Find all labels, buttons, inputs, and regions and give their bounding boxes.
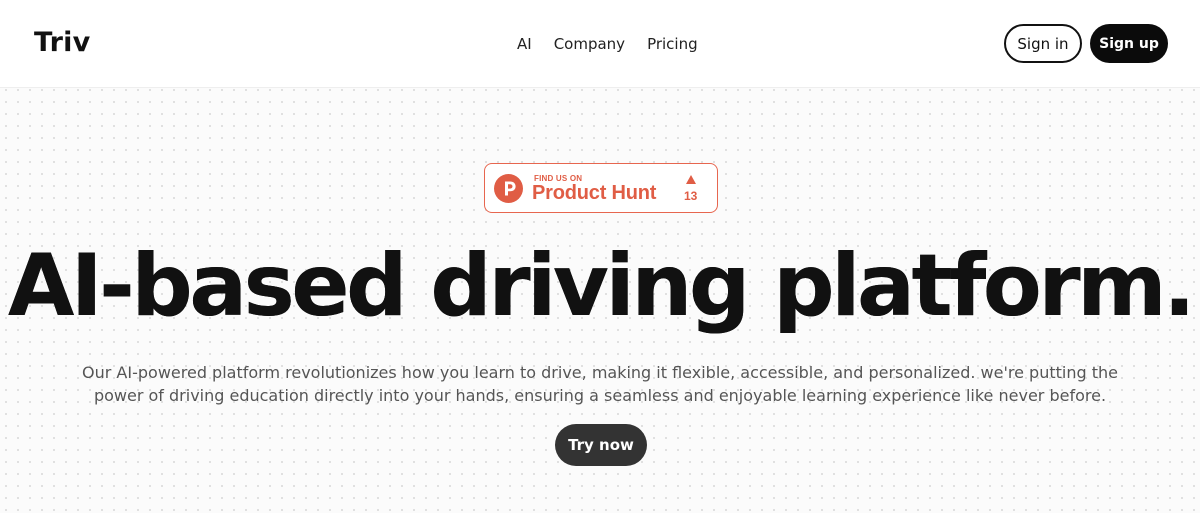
- nav-link-ai[interactable]: AI: [517, 35, 532, 53]
- nav-link-company[interactable]: Company: [554, 35, 625, 53]
- hero-title: AI-based driving platform.: [0, 236, 1200, 336]
- triangle-up-icon: [686, 175, 696, 184]
- sign-up-button[interactable]: Sign up: [1090, 24, 1168, 63]
- badge-product-hunt-text: Product Hunt: [532, 182, 657, 204]
- nav-link-pricing[interactable]: Pricing: [647, 35, 698, 53]
- page: Triv AI Company Pricing Sign in Sign up …: [0, 0, 1200, 513]
- hero-subtitle: Our AI-powered platform revolutionizes h…: [82, 363, 1118, 405]
- logo[interactable]: Triv: [34, 27, 90, 58]
- product-hunt-p-icon: [494, 174, 523, 203]
- site-header: Triv AI Company Pricing Sign in Sign up: [0, 0, 1200, 88]
- product-hunt-badge[interactable]: FIND US ON Product Hunt 13: [484, 163, 718, 213]
- upvote-count: 13: [684, 189, 698, 203]
- sign-in-button[interactable]: Sign in: [1004, 24, 1082, 63]
- main-nav: AI Company Pricing: [517, 35, 698, 53]
- try-now-button[interactable]: Try now: [555, 424, 647, 466]
